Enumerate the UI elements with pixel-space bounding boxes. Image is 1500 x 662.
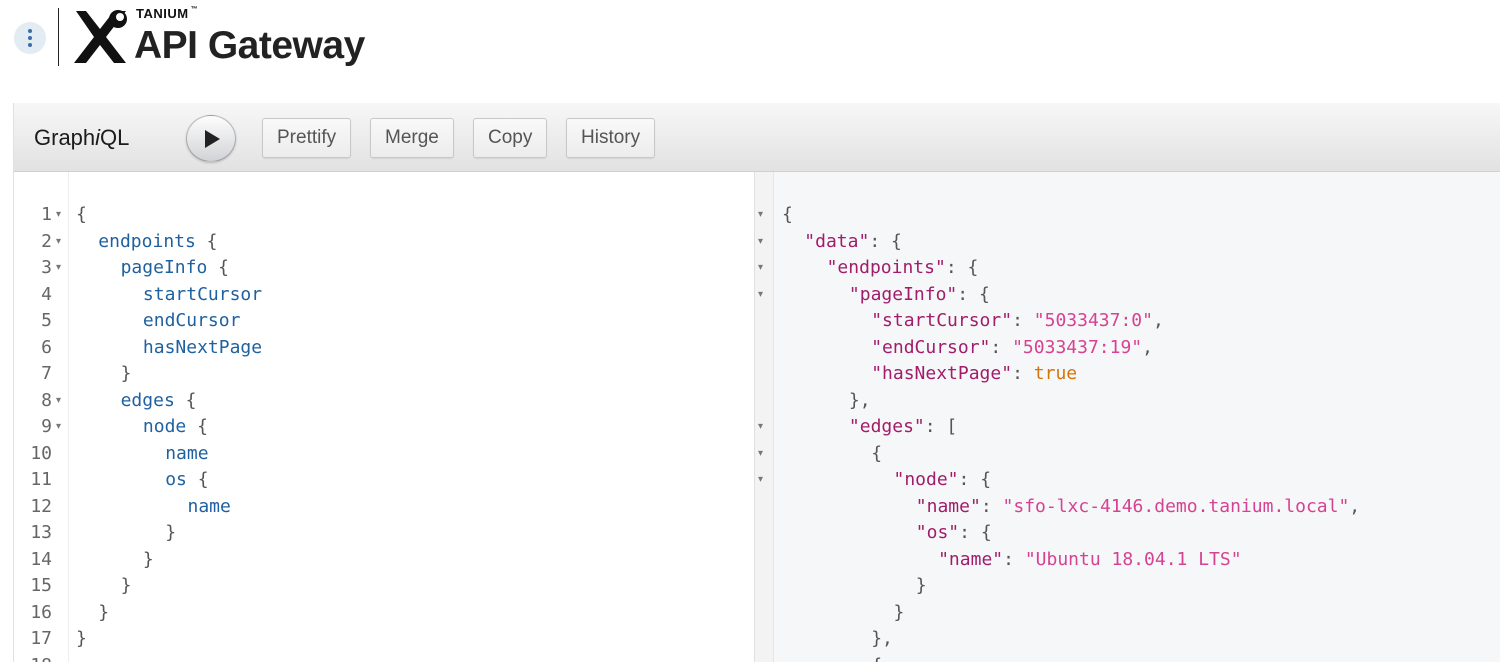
fold-arrow-icon[interactable]: ▾ [758,414,763,440]
result-code-line: "edges": [ [848,416,958,437]
result-code-line: }, [848,389,871,411]
query-code-line: startCursor [142,283,263,305]
result-code-line: "data": { [804,230,902,252]
result-code-line: "os": { [915,522,992,543]
kebab-menu-icon[interactable] [14,22,46,54]
query-code-line: } [165,522,177,543]
query-code-line: } [142,548,154,570]
tanium-tools-logo-icon [74,10,127,63]
result-code-line: }, [871,628,893,649]
fold-arrow-icon[interactable]: ▾ [56,202,61,228]
query-code-line: } [76,628,87,649]
result-code-line: { [782,204,793,225]
query-code-line: } [98,601,110,623]
line-number: 2 [41,230,52,252]
fold-arrow-icon[interactable]: ▾ [56,229,61,255]
query-code-line: { [76,204,87,225]
graphiql-app: GraphiQL Prettify Merge Copy History 1 ▾{… [13,103,1500,662]
editor-resize-bar[interactable]: ▾ ▾ ▾ ▾ ▾ ▾ ▾ [755,172,774,662]
result-code-line: "endpoints": { [826,257,979,278]
line-number: 14 [30,548,52,570]
fold-arrow-icon[interactable]: ▾ [758,282,763,308]
query-code-line: name [165,442,209,464]
result-code-line: { [871,442,883,464]
result-code-line: } [915,575,927,596]
line-number: 5 [41,310,52,331]
fold-arrow-icon[interactable]: ▾ [56,414,61,440]
query-code-line: hasNextPage [142,336,263,358]
line-number: 1 [41,204,52,225]
result-viewer[interactable]: { "data": { "endpoints": { "pageInfo": { "st… [774,172,1500,662]
line-number: 8 [41,389,52,411]
query-editor[interactable]: 1 ▾{2 ▾ endpoints {3 ▾ pageInfo {4 startCursor… [14,172,755,662]
fold-arrow-icon[interactable]: ▾ [758,255,763,281]
line-number: 17 [30,628,52,649]
fold-arrow-icon[interactable]: ▾ [56,255,61,281]
line-number: 6 [41,336,52,358]
line-number: 13 [30,522,52,543]
result-code-line: } [893,601,905,623]
line-number: 4 [41,283,52,305]
query-code-line: pageInfo { [120,257,229,278]
line-number: 11 [30,469,52,490]
result-code-line: "name": "sfo-lxc-4146.demo.tanium.local"… [915,495,1361,517]
copy-button[interactable]: Copy [473,118,548,158]
result-code-line: { [871,653,882,662]
result-code-line: "name": "Ubuntu 18.04.1 LTS" [938,548,1242,570]
fold-arrow-icon[interactable]: ▾ [758,229,763,255]
line-number: 12 [30,495,52,517]
query-code-line: } [120,575,132,596]
query-code-line: edges { [120,389,197,411]
result-code-line: "hasNextPage": true [871,363,1078,384]
history-button[interactable]: History [566,118,656,158]
line-number: 7 [41,363,52,384]
execute-query-button[interactable] [186,115,236,162]
query-code-line: name [187,495,231,517]
result-code-line: "endCursor": "5033437:19", [871,336,1153,358]
query-code-line: os { [165,469,209,490]
brand-name: TANIUM ™ [136,6,199,21]
query-code-line: endCursor [142,310,241,331]
graphiql-logo: GraphiQL [34,125,130,150]
page-title: API Gateway [134,24,365,67]
fold-arrow-icon[interactable]: ▾ [758,467,763,493]
fold-arrow-icon[interactable]: ▾ [758,441,763,467]
line-number: 18 [14,653,52,662]
line-number: 9 [41,416,52,437]
line-number: 10 [30,442,52,464]
query-code-line: node { [142,416,208,437]
query-code-line: } [120,363,132,384]
prettify-button[interactable]: Prettify [262,118,352,158]
line-number: 15 [30,575,52,596]
query-code-line: endpoints { [98,230,218,252]
app-header: TANIUM ™ API Gateway [0,0,1500,100]
fold-arrow-icon[interactable]: ▾ [758,202,763,228]
line-number: 16 [30,601,52,623]
line-number: 3 [41,257,52,278]
header-divider [58,8,59,66]
play-icon [205,130,220,148]
result-code-line: "node": { [893,469,992,490]
result-code-line: "pageInfo": { [848,283,990,305]
graphiql-toolbar: GraphiQL Prettify Merge Copy History [14,103,1500,172]
fold-arrow-icon[interactable]: ▾ [56,388,61,414]
result-code-line: "startCursor": "5033437:0", [871,310,1164,331]
merge-button[interactable]: Merge [370,118,454,158]
